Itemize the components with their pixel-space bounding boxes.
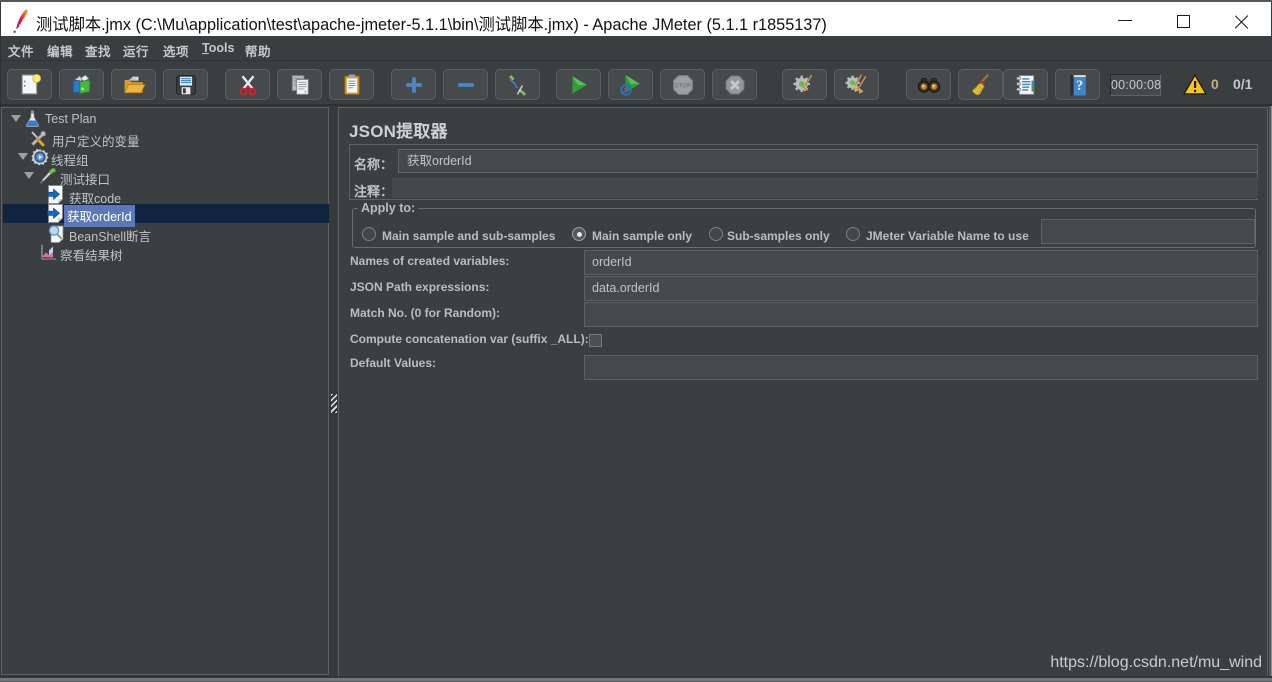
svg-text:STOP: STOP xyxy=(674,83,690,89)
svg-text:?: ? xyxy=(1076,77,1083,93)
